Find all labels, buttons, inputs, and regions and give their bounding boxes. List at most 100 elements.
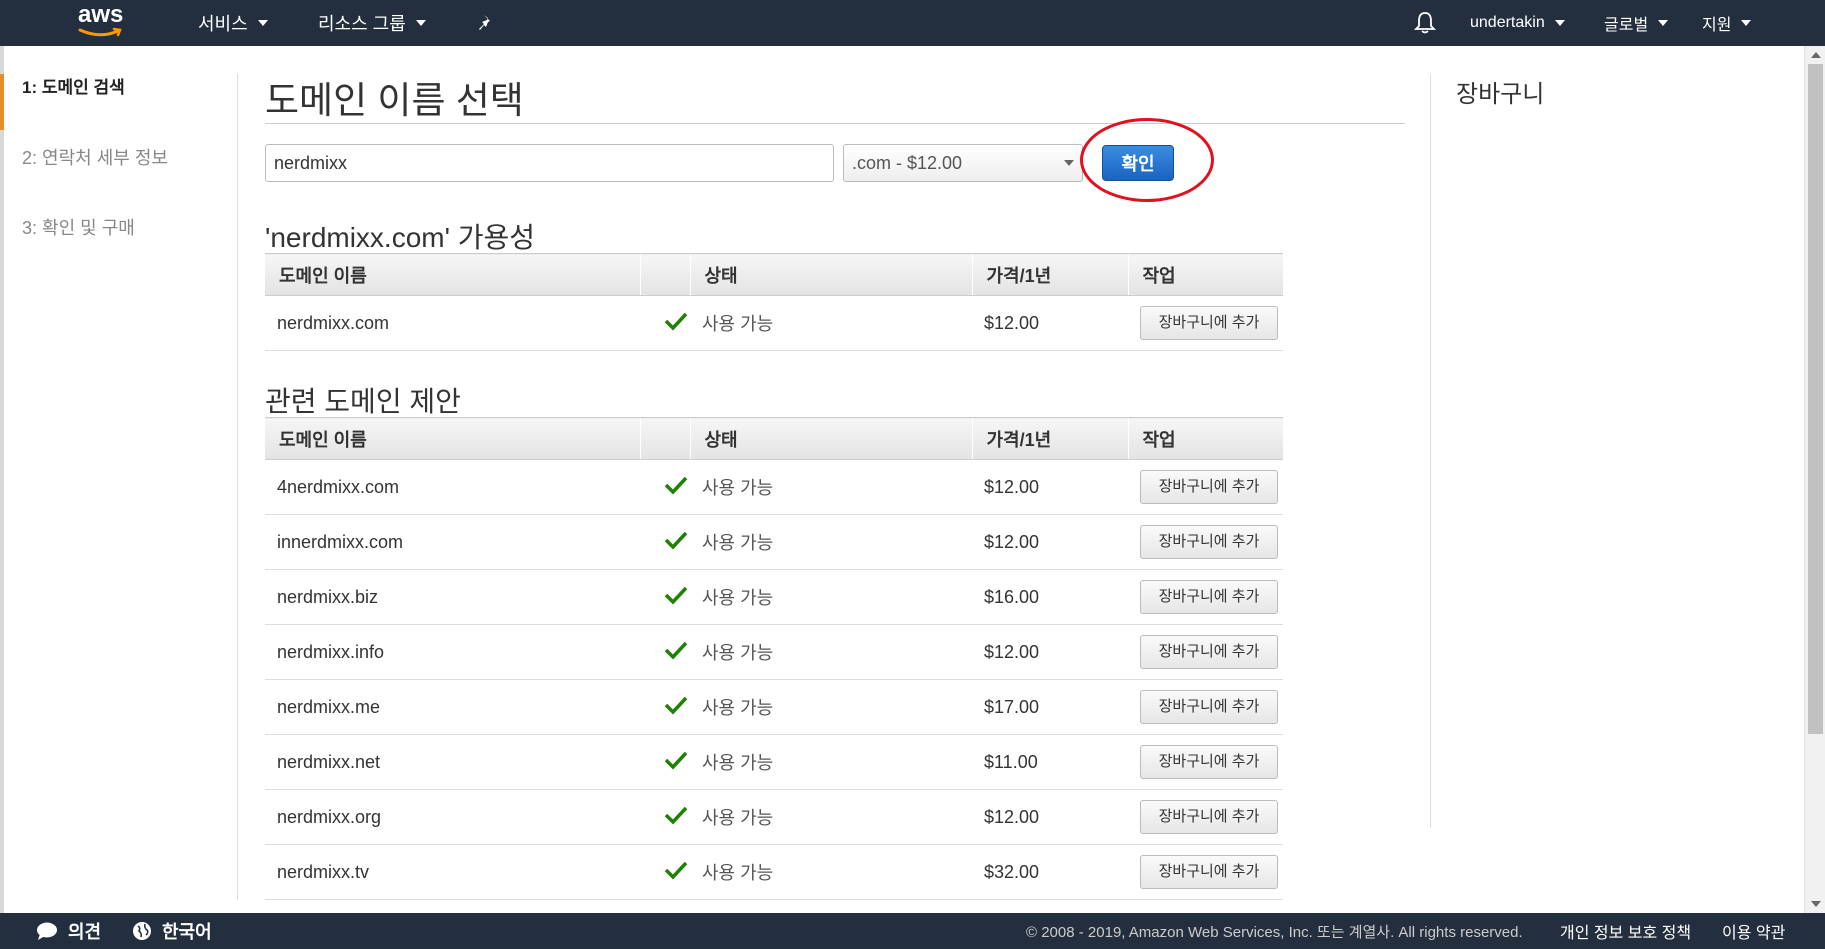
availability-title: 'nerdmixx.com' 가용성 xyxy=(265,222,536,253)
domain-name: nerdmixx.info xyxy=(265,624,640,680)
domain-status: 사용 가능 xyxy=(690,514,972,570)
domain-status: 사용 가능 xyxy=(690,679,972,735)
cart-title: 장바구니 xyxy=(1456,81,1545,108)
domain-status: 사용 가능 xyxy=(690,734,972,790)
header-status: 상태 xyxy=(689,253,972,296)
domain-price: $12.00 xyxy=(972,789,1128,845)
chevron-down-icon xyxy=(1658,20,1669,26)
table-header-row: 도메인 이름 상태 가격/1년 작업 xyxy=(265,417,1283,460)
check-icon xyxy=(664,586,688,605)
page-title: 도메인 이름 선택 xyxy=(265,80,524,121)
notifications-button[interactable] xyxy=(1414,0,1436,46)
add-to-cart-button[interactable]: 장바구니에 추가 xyxy=(1140,635,1278,669)
table-row: nerdmixx.com 사용 가능 $12.00 장바구니에 추가 xyxy=(265,295,1283,351)
domain-status: 사용 가능 xyxy=(690,624,972,680)
availability-table: 도메인 이름 상태 가격/1년 작업 nerdmixx.com 사용 가능 $1… xyxy=(265,253,1283,351)
region-menu[interactable]: 글로벌 xyxy=(1604,0,1669,46)
aws-smile-icon xyxy=(78,27,122,37)
domain-price: $12.00 xyxy=(972,514,1128,570)
header-check xyxy=(639,417,690,460)
domain-price: $11.00 xyxy=(972,734,1128,790)
chevron-down-icon xyxy=(257,20,268,26)
add-to-cart-button[interactable]: 장바구니에 추가 xyxy=(1140,470,1278,504)
dropdown-arrow-icon xyxy=(1064,160,1074,166)
table-row: innerdmixx.com 사용 가능 $12.00 장바구니에 추가 xyxy=(265,514,1283,570)
check-icon xyxy=(664,531,688,550)
feedback-button[interactable]: 의견 xyxy=(36,913,101,949)
check-icon xyxy=(664,751,688,770)
domain-price: $16.00 xyxy=(972,569,1128,625)
scrollbar-thumb[interactable] xyxy=(1808,64,1823,734)
active-step-marker xyxy=(0,74,4,130)
add-to-cart-button[interactable]: 장바구니에 추가 xyxy=(1140,855,1278,889)
domain-name: 4nerdmixx.com xyxy=(265,459,640,515)
step-domain-search[interactable]: 1: 도메인 검색 xyxy=(22,76,222,146)
table-header-row: 도메인 이름 상태 가격/1년 작업 xyxy=(265,253,1283,296)
domain-status: 사용 가능 xyxy=(690,459,972,515)
tld-select[interactable]: .com - $12.00 xyxy=(843,144,1083,182)
header-domain-name: 도메인 이름 xyxy=(265,253,640,296)
step-review-purchase: 3: 확인 및 구매 xyxy=(22,218,135,238)
header-action: 작업 xyxy=(1127,253,1283,296)
domain-search-input[interactable] xyxy=(265,144,834,182)
header-action: 작업 xyxy=(1127,417,1283,460)
domain-name: nerdmixx.com xyxy=(265,295,640,351)
cart-divider xyxy=(1430,74,1431,828)
check-icon xyxy=(664,641,688,660)
sidebar-accent xyxy=(0,46,4,913)
resource-groups-menu[interactable]: 리소스 그룹 xyxy=(318,0,426,46)
add-to-cart-button[interactable]: 장바구니에 추가 xyxy=(1140,800,1278,834)
services-menu[interactable]: 서비스 xyxy=(198,0,268,46)
terms-link[interactable]: 이용 약관 xyxy=(1722,913,1785,949)
language-button[interactable]: 한국어 xyxy=(132,913,212,949)
domain-status: 사용 가능 xyxy=(690,844,972,900)
domain-name: innerdmixx.com xyxy=(265,514,640,570)
bell-icon xyxy=(1414,12,1436,34)
header-price: 가격/1년 xyxy=(971,253,1128,296)
add-to-cart-button[interactable]: 장바구니에 추가 xyxy=(1140,525,1278,559)
add-to-cart-button[interactable]: 장바구니에 추가 xyxy=(1140,580,1278,614)
pin-button[interactable] xyxy=(478,0,496,46)
domain-status: 사용 가능 xyxy=(690,295,972,351)
scroll-down-icon[interactable] xyxy=(1811,901,1821,907)
step-contact-details: 2: 연락처 세부 정보 xyxy=(22,148,168,168)
add-to-cart-button[interactable]: 장바구니에 추가 xyxy=(1140,745,1278,779)
title-divider xyxy=(265,123,1405,124)
table-row: 4nerdmixx.com 사용 가능 $12.00 장바구니에 추가 xyxy=(265,459,1283,515)
support-menu[interactable]: 지원 xyxy=(1702,0,1752,46)
page-scrollbar[interactable] xyxy=(1804,46,1825,913)
top-navigation: aws 서비스 리소스 그룹 undertakin 글로벌 지원 xyxy=(0,0,1825,46)
table-row: nerdmixx.org 사용 가능 $12.00 장바구니에 추가 xyxy=(265,789,1283,845)
chevron-down-icon xyxy=(1741,20,1752,26)
table-row: nerdmixx.me 사용 가능 $17.00 장바구니에 추가 xyxy=(265,679,1283,735)
add-to-cart-button[interactable]: 장바구니에 추가 xyxy=(1140,306,1278,340)
domain-price: $32.00 xyxy=(972,844,1128,900)
domain-status: 사용 가능 xyxy=(690,789,972,845)
suggestions-title: 관련 도메인 제안 xyxy=(265,386,461,417)
domain-name: nerdmixx.org xyxy=(265,789,640,845)
domain-name: nerdmixx.biz xyxy=(265,569,640,625)
header-check xyxy=(639,253,690,296)
domain-price: $12.00 xyxy=(972,459,1128,515)
suggestions-table: 도메인 이름 상태 가격/1년 작업 4nerdmixx.com 사용 가능 $… xyxy=(265,417,1283,900)
header-domain-name: 도메인 이름 xyxy=(265,417,640,460)
check-icon xyxy=(664,806,688,825)
chevron-down-icon xyxy=(1554,20,1565,26)
check-icon xyxy=(664,312,688,331)
account-menu[interactable]: undertakin xyxy=(1470,0,1565,46)
chevron-down-icon xyxy=(415,20,426,26)
pin-icon xyxy=(479,15,490,30)
add-to-cart-button[interactable]: 장바구니에 추가 xyxy=(1140,690,1278,724)
privacy-policy-link[interactable]: 개인 정보 보호 정책 xyxy=(1560,913,1691,949)
domain-status: 사용 가능 xyxy=(690,569,972,625)
table-row: nerdmixx.biz 사용 가능 $16.00 장바구니에 추가 xyxy=(265,569,1283,625)
confirm-button[interactable]: 확인 xyxy=(1102,145,1174,181)
aws-logo[interactable]: aws xyxy=(78,3,132,41)
speech-bubble-icon xyxy=(37,922,57,940)
table-row: nerdmixx.info 사용 가능 $12.00 장바구니에 추가 xyxy=(265,624,1283,680)
domain-price: $17.00 xyxy=(972,679,1128,735)
step-navigation: 1: 도메인 검색 2: 연락처 세부 정보 3: 확인 및 구매 xyxy=(22,76,222,286)
header-status: 상태 xyxy=(689,417,972,460)
scroll-up-icon[interactable] xyxy=(1811,52,1821,58)
domain-price: $12.00 xyxy=(972,295,1128,351)
